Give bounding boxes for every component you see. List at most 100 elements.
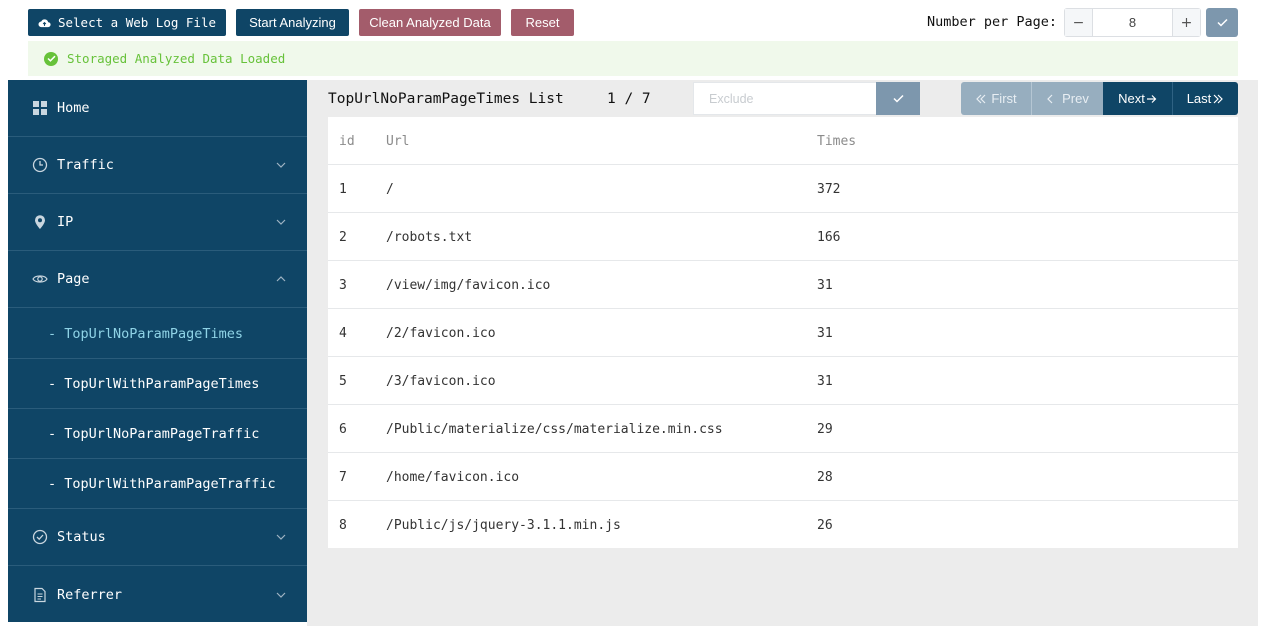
location-pin-icon <box>35 215 45 229</box>
grid-icon <box>33 101 47 115</box>
cell-url: /home/favicon.ico <box>386 469 520 485</box>
cell-times: 166 <box>817 229 841 245</box>
sidebar-item-label: Status <box>57 529 106 545</box>
cell-id: 7 <box>339 469 347 485</box>
cell-url: /view/img/favicon.ico <box>386 277 551 293</box>
increment-button[interactable]: + <box>1172 9 1200 36</box>
page-title: TopUrlNoParamPageTimes List <box>328 91 564 107</box>
cell-id: 4 <box>339 325 347 341</box>
sidebar-subitem-label: - TopUrlWithParamPageTraffic <box>48 475 276 492</box>
clean-analyzed-data-button[interactable]: Clean Analyzed Data <box>359 9 501 36</box>
select-log-file-button[interactable]: Select a Web Log File <box>28 9 226 36</box>
cell-url: /Public/js/jquery-3.1.1.min.js <box>386 517 621 533</box>
check-icon <box>892 94 904 103</box>
sidebar-subitem-topurlwithparampagetimes[interactable]: - TopUrlWithParamPageTimes <box>8 359 307 409</box>
cell-times: 28 <box>817 469 833 485</box>
number-per-page-label: Number per Page: <box>927 14 1058 30</box>
sidebar-item-label: Referrer <box>57 586 123 603</box>
per-page-stepper: − + <box>1064 8 1201 37</box>
sidebar-item-ip[interactable]: IP <box>8 194 307 251</box>
sidebar-item-home[interactable]: Home <box>8 80 307 137</box>
start-analyzing-label: Start Analyzing <box>249 15 336 30</box>
cell-url: /2/favicon.ico <box>386 325 496 341</box>
plus-icon: + <box>1180 14 1193 31</box>
results-table: id Url Times 1 / 372 2 /robots.txt 166 3… <box>328 117 1238 548</box>
sidebar-item-label: IP <box>57 214 74 230</box>
table-row: 1 / 372 <box>328 165 1238 213</box>
column-header-times: Times <box>817 133 857 149</box>
cell-url: /3/favicon.ico <box>386 373 496 389</box>
arrow-right-icon <box>1146 94 1157 103</box>
eye-icon <box>32 275 48 283</box>
sidebar-subitem-label: - TopUrlNoParamPageTraffic <box>48 425 260 442</box>
start-analyzing-button[interactable]: Start Analyzing <box>236 9 349 36</box>
status-message: Storaged Analyzed Data Loaded <box>67 51 286 66</box>
chevron-up-icon <box>276 276 286 282</box>
sidebar-item-page[interactable]: Page <box>8 251 307 308</box>
clean-analyzed-data-label: Clean Analyzed Data <box>369 15 491 30</box>
sidebar-item-traffic[interactable]: Traffic <box>8 137 307 194</box>
double-chevron-left-icon <box>976 94 986 103</box>
last-page-button[interactable]: Last <box>1172 82 1238 115</box>
column-header-url: Url <box>386 133 410 149</box>
exclude-input[interactable] <box>693 82 877 115</box>
table-row: 5 /3/favicon.ico 31 <box>328 357 1238 405</box>
first-page-label: First <box>991 91 1017 106</box>
next-page-button[interactable]: Next <box>1103 82 1172 115</box>
main-content: TopUrlNoParamPageTimes List 1 / 7 First … <box>307 80 1258 626</box>
next-page-label: Next <box>1118 91 1145 106</box>
table-row: 6 /Public/materialize/css/materialize.mi… <box>328 405 1238 453</box>
table-header-row: id Url Times <box>328 117 1238 165</box>
sidebar-item-referrer[interactable]: Referrer <box>8 566 307 623</box>
cell-times: 31 <box>817 373 833 389</box>
reset-button[interactable]: Reset <box>511 9 574 36</box>
cloud-upload-icon <box>38 18 51 27</box>
chevron-down-icon <box>276 162 286 168</box>
per-page-confirm-button[interactable] <box>1206 8 1238 37</box>
sidebar-subitem-topurlwithparampagetraffic[interactable]: - TopUrlWithParamPageTraffic <box>8 459 307 509</box>
chevron-down-icon <box>276 534 286 540</box>
cell-id: 8 <box>339 517 347 533</box>
cell-id: 3 <box>339 277 347 293</box>
toolbar: Select a Web Log File Start Analyzing Cl… <box>28 8 1238 38</box>
table-row: 8 /Public/js/jquery-3.1.1.min.js 26 <box>328 501 1238 548</box>
cell-url: / <box>386 181 394 197</box>
table-row: 3 /view/img/favicon.ico 31 <box>328 261 1238 309</box>
sidebar-item-label: Home <box>57 100 90 116</box>
table-row: 4 /2/favicon.ico 31 <box>328 309 1238 357</box>
chevron-down-icon <box>276 592 286 598</box>
cell-times: 31 <box>817 277 833 293</box>
check-icon <box>1216 18 1228 27</box>
cell-url: /robots.txt <box>386 229 473 245</box>
cell-times: 29 <box>817 421 833 437</box>
sidebar-subitem-label: - TopUrlWithParamPageTimes <box>48 375 260 392</box>
sidebar-item-status[interactable]: Status <box>8 509 307 566</box>
table-row: 2 /robots.txt 166 <box>328 213 1238 261</box>
reset-label: Reset <box>525 15 560 30</box>
sidebar-subitem-label: - TopUrlNoParamPageTimes <box>48 325 244 342</box>
sidebar: Home Traffic IP Page - TopUrlNoParamPage… <box>8 80 307 622</box>
prev-page-button[interactable]: Prev <box>1031 82 1103 115</box>
first-page-button[interactable]: First <box>961 82 1031 115</box>
cell-times: 31 <box>817 325 833 341</box>
decrement-button[interactable]: − <box>1065 9 1093 36</box>
double-chevron-right-icon <box>1213 94 1224 103</box>
check-circle-icon <box>32 529 48 545</box>
last-page-label: Last <box>1186 91 1212 106</box>
cell-id: 1 <box>339 181 347 197</box>
cell-times: 372 <box>817 181 841 197</box>
chevron-down-icon <box>276 219 286 225</box>
cell-id: 2 <box>339 229 347 245</box>
column-header-id: id <box>339 133 355 149</box>
per-page-input[interactable] <box>1093 9 1172 36</box>
page-indicator: 1 / 7 <box>607 91 651 107</box>
minus-icon: − <box>1072 14 1085 31</box>
status-bar: Storaged Analyzed Data Loaded <box>28 41 1238 76</box>
exclude-confirm-button[interactable] <box>876 82 920 115</box>
sidebar-subitem-topurlnoparampagetimes[interactable]: - TopUrlNoParamPageTimes <box>8 309 307 359</box>
cell-url: /Public/materialize/css/materialize.min.… <box>386 421 723 437</box>
prev-page-label: Prev <box>1062 91 1089 106</box>
success-check-icon <box>44 51 58 66</box>
chevron-left-icon <box>1047 94 1053 103</box>
sidebar-subitem-topurlnoparampagetraffic[interactable]: - TopUrlNoParamPageTraffic <box>8 409 307 459</box>
